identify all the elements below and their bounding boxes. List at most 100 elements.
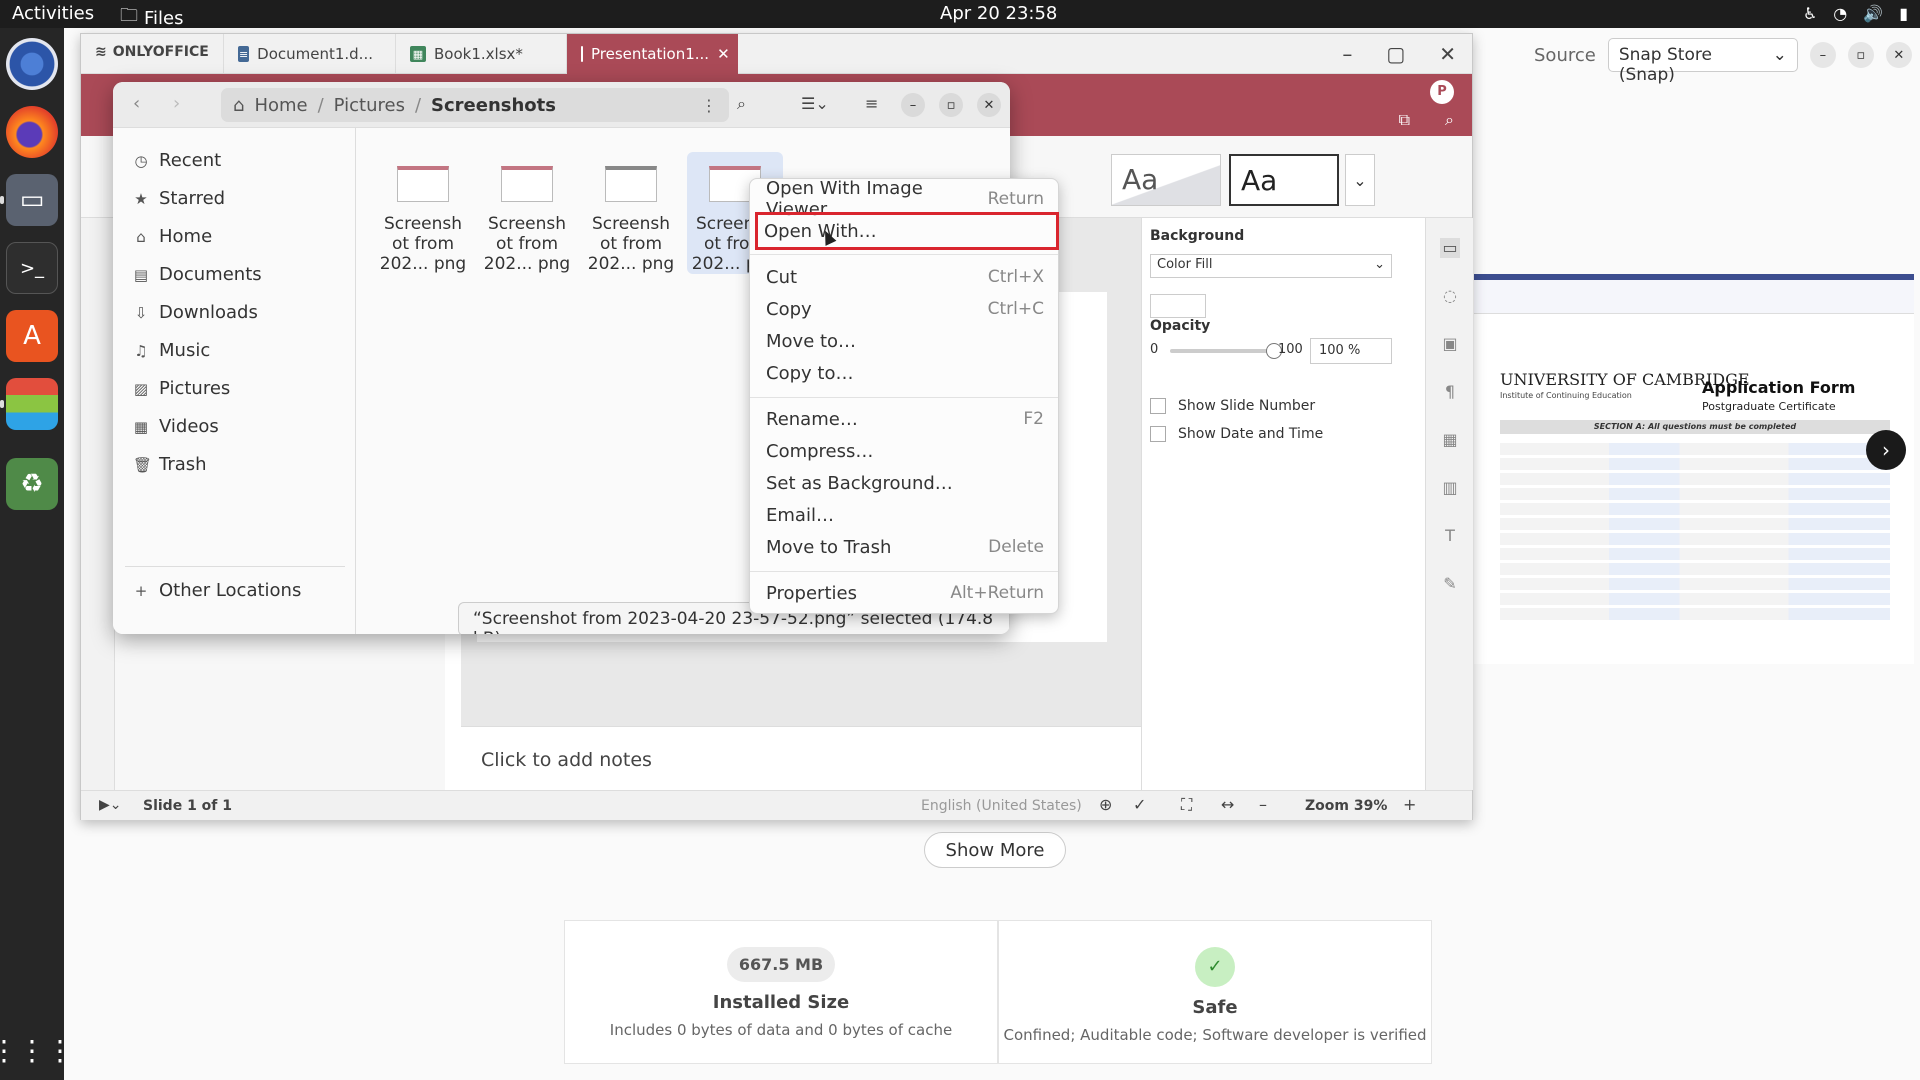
sidebar-item-pictures[interactable]: ▨ Pictures [133,378,230,399]
notes-area[interactable]: Click to add notes [461,726,1141,790]
theme-option-2[interactable]: Aa [1229,154,1339,206]
theme-more-button[interactable]: ⌄ [1345,154,1375,206]
opacity-slider[interactable] [1170,349,1270,353]
breadcrumb-screenshots[interactable]: Screenshots [431,95,556,116]
view-list-icon[interactable]: ☰⌄ [801,94,829,113]
sidebar-item-home[interactable]: ⌂ Home [133,226,212,247]
play-slideshow-icon[interactable]: ▶⌄ [99,797,122,813]
accessibility-icon[interactable]: ♿ [1803,4,1817,23]
menu-item-open-with[interactable]: Open With… [755,212,1059,250]
image-settings-icon[interactable]: ▣ [1440,334,1460,354]
menu-item-open-with-image-viewer[interactable]: Open With Image Viewer Return [760,178,1050,220]
back-button[interactable]: ‹ [133,93,140,114]
battery-icon[interactable]: ▮ [1899,4,1908,23]
signature-settings-icon[interactable]: ✎ [1440,574,1460,594]
paragraph-settings-icon[interactable]: ¶ [1440,382,1460,402]
path-menu-icon[interactable]: ⋮ [701,96,717,115]
firefox-icon[interactable] [6,106,58,158]
breadcrumb-home[interactable]: Home [254,95,307,116]
table-settings-icon[interactable]: ▦ [1440,430,1460,450]
open-folder-icon[interactable]: ⧉ [1399,110,1410,130]
volume-icon[interactable]: 🔊 [1863,4,1883,23]
breadcrumb[interactable]: ⌂ Home / Pictures / Screenshots ⋮ [221,88,729,122]
language-select[interactable]: English (United States) [921,798,1082,814]
menu-item-compress[interactable]: Compress… [760,437,1050,465]
onlyoffice-brand[interactable]: ≋ ONLYOFFICE [95,44,209,60]
shape-settings-icon[interactable]: ◌ [1440,286,1460,306]
avatar[interactable]: P [1430,80,1454,104]
app-center-icon[interactable]: A [6,310,58,362]
text-art-settings-icon[interactable]: T [1440,526,1460,546]
onlyoffice-icon[interactable] [0,378,58,430]
screenshot-preview[interactable]: UNIVERSITY OF CAMBRIDGE Institute of Con… [1474,274,1914,664]
forward-button[interactable]: › [173,93,180,114]
fill-color-picker[interactable] [1150,294,1206,318]
menu-item-move-to-trash[interactable]: Move to Trash Delete [760,533,1050,561]
trash-icon: 🗑 [133,455,153,474]
sidebar-item-other-locations[interactable]: + Other Locations [133,580,302,601]
menu-item-cut[interactable]: Cut Ctrl+X [760,263,1050,291]
show-date-time-checkbox[interactable] [1150,426,1166,442]
menu-item-copy-to[interactable]: Copy to… [760,359,1050,387]
menu-item-move-to[interactable]: Move to… [760,327,1050,355]
slide-settings-icon[interactable]: ▭ [1440,238,1460,258]
hamburger-menu-icon[interactable]: ≡ [865,94,878,113]
menu-item-copy[interactable]: Copy Ctrl+C [760,295,1050,323]
opacity-input[interactable]: 100 % [1310,338,1392,364]
fill-type-select[interactable]: Color Fill ⌄ [1150,254,1392,278]
activities-button[interactable]: Activities [12,3,94,24]
zoom-in-button[interactable]: + [1403,795,1416,814]
globe-icon[interactable]: ⊕ [1099,795,1112,814]
close-button[interactable]: ✕ [1885,42,1912,68]
maximize-button[interactable]: ▢ [1386,42,1405,66]
sidebar-item-recent[interactable]: ◷ Recent [133,150,221,171]
next-screenshot-button[interactable]: › [1866,430,1906,470]
search-icon[interactable]: ⌕ [1445,110,1454,130]
source-dropdown[interactable]: Snap Store (Snap) ⌄ [1607,38,1798,85]
theme-option-1[interactable]: Aa [1111,154,1221,206]
show-more-button[interactable]: Show More [924,832,1066,868]
menu-item-rename[interactable]: Rename… F2 [760,405,1050,433]
file-item[interactable]: Screensh ot from 202... png [479,152,575,274]
sidebar-item-music[interactable]: ♫ Music [133,340,210,361]
close-tab-icon[interactable]: ✕ [717,45,730,63]
search-icon[interactable]: ⌕ [737,94,746,114]
close-button[interactable]: ✕ [977,93,1001,117]
sidebar-item-trash[interactable]: 🗑 Trash [133,454,207,475]
menu-item-email[interactable]: Email… [760,501,1050,529]
chromium-icon[interactable] [6,38,58,90]
chart-settings-icon[interactable]: ▥ [1440,478,1460,498]
sidebar-item-downloads[interactable]: ⇩ Downloads [133,302,258,323]
menu-item-properties[interactable]: Properties Alt+Return [760,579,1050,607]
file-item[interactable]: Screensh ot from 202... png [375,152,471,274]
fit-slide-icon[interactable]: ⛶ [1181,795,1192,815]
clock[interactable]: Apr 20 23:58 [940,3,1057,24]
maximize-button[interactable]: ▫ [1847,42,1874,68]
wifi-icon[interactable]: ◔ [1833,4,1847,23]
minimize-button[interactable]: – [1809,42,1836,68]
show-slide-number-checkbox[interactable] [1150,398,1166,414]
terminal-icon[interactable]: >_ [6,242,58,294]
sidebar-item-starred[interactable]: ★ Starred [133,188,225,209]
sidebar-item-videos[interactable]: ▦ Videos [133,416,219,437]
sidebar-item-documents[interactable]: ▤ Documents [133,264,262,285]
menu-item-set-as-background[interactable]: Set as Background… [760,469,1050,497]
minimize-button[interactable]: – [1342,42,1352,66]
app-grid-icon[interactable]: ⋮⋮⋮ [0,1024,74,1076]
image-thumbnail-icon [605,166,657,202]
tab-document[interactable]: ≡ Document1.d... [223,34,387,74]
maximize-button[interactable]: ▫ [939,93,963,117]
close-button[interactable]: ✕ [1439,42,1456,66]
zoom-out-button[interactable]: – [1259,795,1267,814]
video-icon: ▦ [133,417,149,436]
system-tray[interactable]: ♿ ◔ 🔊 ▮ [1803,4,1908,23]
trash-icon[interactable]: ♻ [6,458,58,510]
fit-width-icon[interactable]: ↔ [1221,795,1234,814]
minimize-button[interactable]: – [901,93,925,117]
spellcheck-icon[interactable]: ✓ [1133,795,1146,814]
tab-presentation[interactable]: Presentation1... ✕ [566,34,738,74]
breadcrumb-pictures[interactable]: Pictures [334,95,405,116]
files-icon[interactable]: ▭ [0,174,58,226]
tab-spreadsheet[interactable]: ▦ Book1.xlsx* [395,34,559,74]
file-item[interactable]: Screensh ot from 202... png [583,152,679,274]
